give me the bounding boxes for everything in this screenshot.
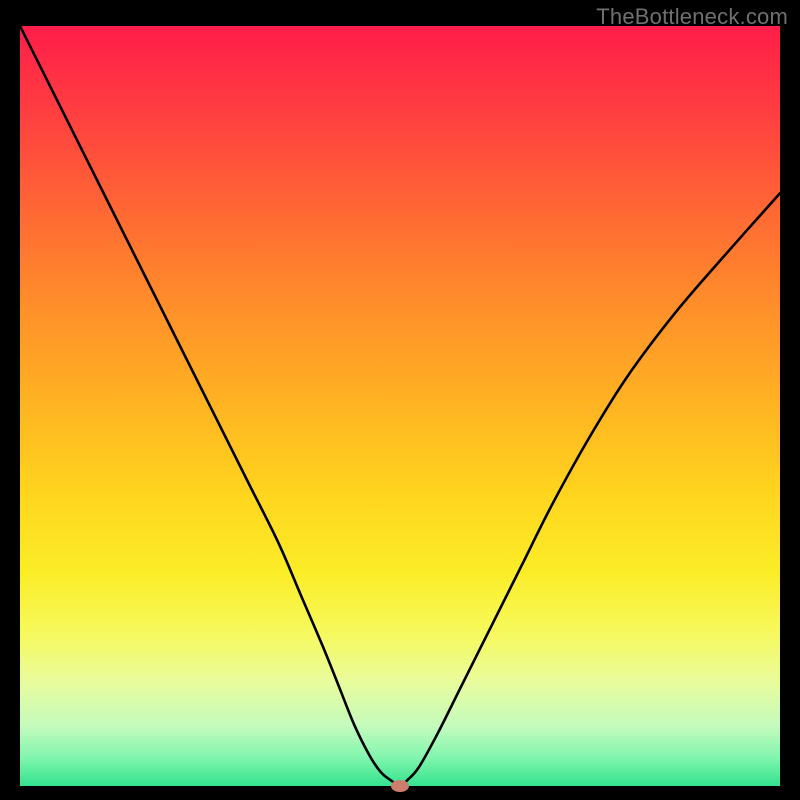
bottleneck-curve — [20, 26, 780, 786]
curve-svg — [20, 26, 780, 786]
watermark-text: TheBottleneck.com — [596, 4, 788, 30]
optimal-point-marker — [391, 780, 409, 792]
plot-area — [20, 26, 780, 786]
chart-frame: TheBottleneck.com — [0, 0, 800, 800]
